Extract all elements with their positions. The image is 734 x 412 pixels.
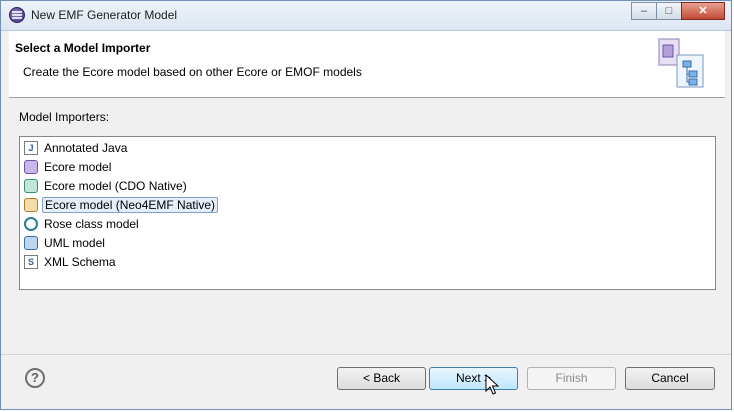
cancel-button[interactable]: Cancel bbox=[625, 367, 715, 390]
cdo-ecore-icon bbox=[24, 179, 38, 193]
list-item-label: Rose class model bbox=[44, 217, 139, 231]
list-item-xml-schema[interactable]: S XML Schema bbox=[24, 253, 118, 271]
uml-model-icon bbox=[24, 236, 38, 250]
finish-button[interactable]: Finish bbox=[527, 367, 616, 390]
mouse-cursor-icon bbox=[485, 374, 499, 395]
content-area: Model Importers: J Annotated Java Ecore … bbox=[9, 98, 725, 353]
next-button[interactable]: Next > bbox=[429, 367, 518, 390]
title-bar[interactable]: New EMF Generator Model – □ ✕ bbox=[1, 1, 731, 31]
list-item-label: UML model bbox=[44, 236, 105, 250]
button-bar: ? < Back Next > Finish Cancel bbox=[1, 354, 731, 409]
xml-schema-icon: S bbox=[24, 255, 38, 269]
ecore-model-icon bbox=[24, 160, 38, 174]
list-item-label: Ecore model bbox=[44, 160, 112, 174]
importers-list[interactable]: J Annotated Java Ecore model Ecore model… bbox=[19, 136, 716, 290]
importers-label: Model Importers: bbox=[19, 110, 110, 124]
list-item-uml-model[interactable]: UML model bbox=[24, 234, 107, 252]
list-item-ecore-cdo[interactable]: Ecore model (CDO Native) bbox=[24, 177, 189, 195]
window-title: New EMF Generator Model bbox=[31, 8, 178, 22]
list-item-label: Ecore model (CDO Native) bbox=[44, 179, 187, 193]
minimize-button[interactable]: – bbox=[631, 2, 657, 20]
rose-model-icon bbox=[24, 217, 38, 231]
list-item-label: Annotated Java bbox=[44, 141, 128, 155]
list-item-ecore-model[interactable]: Ecore model bbox=[24, 158, 113, 176]
list-item-rose-class-model[interactable]: Rose class model bbox=[24, 215, 141, 233]
list-item-annotated-java[interactable]: J Annotated Java bbox=[24, 139, 129, 157]
wizard-banner-icon bbox=[658, 38, 704, 88]
page-title: Select a Model Importer bbox=[15, 41, 151, 55]
list-item-ecore-neo4emf[interactable]: Ecore model (Neo4EMF Native) bbox=[24, 196, 219, 214]
neo4emf-ecore-icon bbox=[24, 198, 38, 212]
window-controls: – □ ✕ bbox=[631, 2, 725, 20]
java-file-icon: J bbox=[24, 141, 38, 155]
close-button[interactable]: ✕ bbox=[681, 2, 725, 20]
page-description: Create the Ecore model based on other Ec… bbox=[23, 65, 362, 79]
maximize-button[interactable]: □ bbox=[656, 2, 682, 20]
list-item-label: Ecore model (Neo4EMF Native) bbox=[42, 197, 219, 213]
eclipse-icon bbox=[9, 7, 25, 23]
dialog-window: New EMF Generator Model – □ ✕ Select a M… bbox=[0, 0, 732, 410]
list-item-label: XML Schema bbox=[44, 255, 116, 269]
wizard-header: Select a Model Importer Create the Ecore… bbox=[9, 31, 725, 98]
back-button[interactable]: < Back bbox=[337, 367, 426, 390]
help-icon[interactable]: ? bbox=[25, 368, 45, 388]
